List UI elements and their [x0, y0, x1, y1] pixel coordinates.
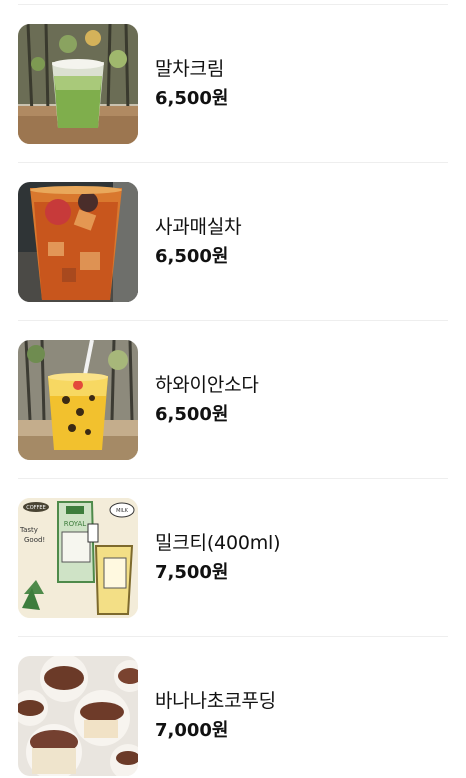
- badge-text: COFFEE: [26, 505, 46, 511]
- menu-item-name: 하와이안소다: [155, 374, 259, 396]
- menu-item-name: 밀크티(400ml): [155, 532, 281, 554]
- divider: [18, 636, 448, 637]
- menu-item-apple-plum-tea[interactable]: 사과매실차 6,500원: [18, 182, 448, 302]
- menu-item-price: 7,500원: [155, 562, 229, 583]
- banana-choco-pudding-photo: [18, 656, 138, 776]
- menu-list: 말차크림 6,500원 사과매실차 6,500원 하와이안소다 6,500원 C…: [0, 0, 466, 778]
- menu-item-price: 7,000원: [155, 720, 229, 741]
- menu-item-banana-choco-pudding[interactable]: 바나나초코푸딩 7,000원: [18, 656, 448, 776]
- milk-bubble-text: MILK: [116, 508, 129, 514]
- menu-item-hawaiian-soda[interactable]: 하와이안소다 6,500원: [18, 340, 448, 460]
- good-text: Good!: [24, 536, 45, 544]
- menu-item-matcha-cream[interactable]: 말차크림 6,500원: [18, 24, 448, 144]
- menu-item-name: 바나나초코푸딩: [155, 690, 276, 712]
- milk-tea-photo: COFFEE Tasty Good! ROYAL MILK: [18, 498, 138, 618]
- divider: [18, 4, 448, 5]
- royal-text: ROYAL: [64, 520, 87, 528]
- hawaiian-soda-photo: [18, 340, 138, 460]
- menu-item-milk-tea[interactable]: COFFEE Tasty Good! ROYAL MILK 밀크티(400ml)…: [18, 498, 448, 618]
- menu-item-name: 말차크림: [155, 58, 225, 80]
- apple-plum-tea-photo: [18, 182, 138, 302]
- divider: [18, 162, 448, 163]
- menu-item-price: 6,500원: [155, 88, 229, 109]
- menu-item-name: 사과매실차: [155, 216, 242, 238]
- divider: [18, 478, 448, 479]
- menu-item-price: 6,500원: [155, 404, 229, 425]
- menu-item-price: 6,500원: [155, 246, 229, 267]
- divider: [18, 320, 448, 321]
- tasty-text: Tasty: [19, 526, 38, 534]
- matcha-cream-photo: [18, 24, 138, 144]
